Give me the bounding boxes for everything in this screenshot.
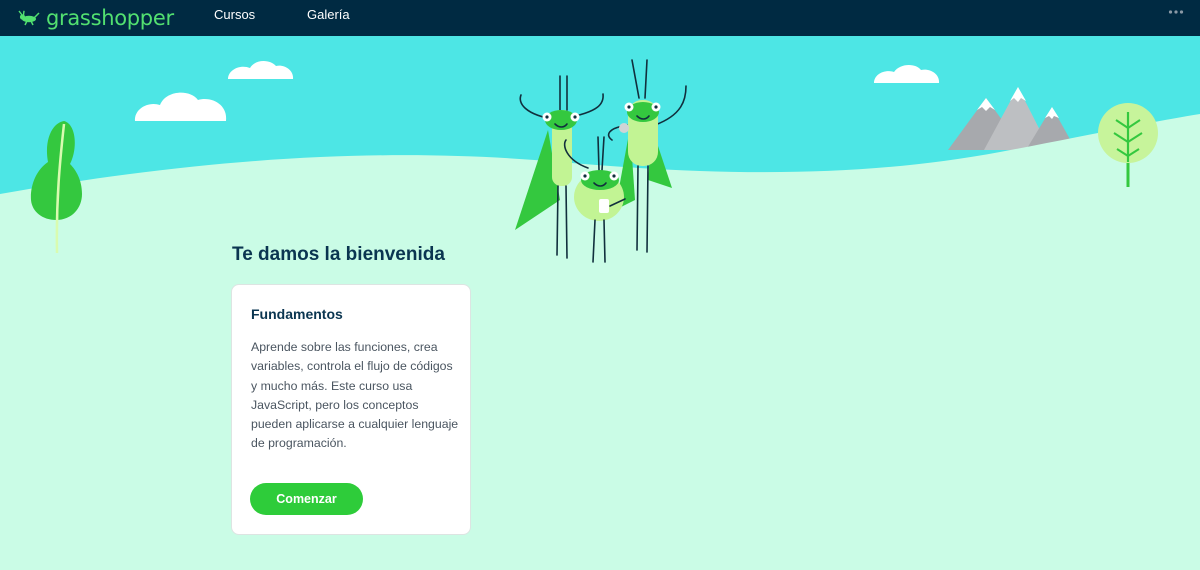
logo-text: grasshopper [46,5,174,30]
start-course-button[interactable]: Comenzar [250,483,363,515]
grasshopper-logo-icon [18,10,40,26]
nav-link-galeria[interactable]: Galería [307,0,350,36]
top-navigation-bar: grasshopper Cursos Galería [0,0,1200,36]
logo[interactable]: grasshopper [18,0,174,36]
course-card-description: Aprende sobre las funciones, crea variab… [251,340,459,451]
welcome-heading: Te damos la bienvenida [232,244,445,265]
course-card-title: Fundamentos [251,306,343,322]
ellipsis-icon[interactable] [1168,9,1184,15]
course-card: Fundamentos Aprende sobre las funciones,… [231,284,471,535]
nav-link-cursos[interactable]: Cursos [214,0,255,36]
hero-illustration [0,36,1200,570]
